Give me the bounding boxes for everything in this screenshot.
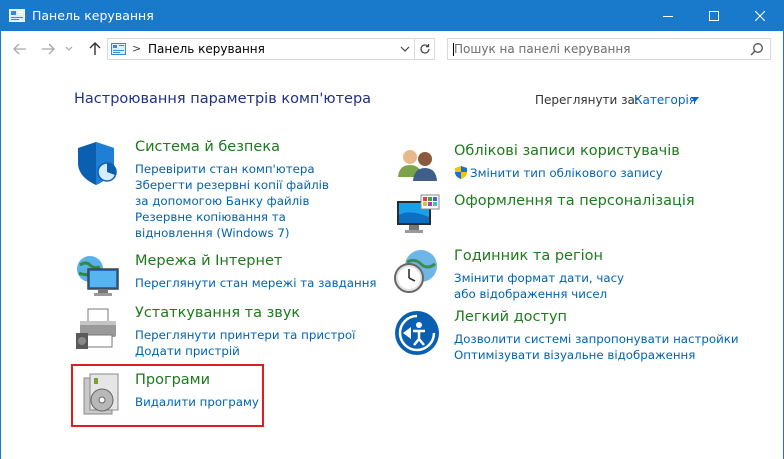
up-button[interactable] — [86, 40, 104, 58]
chevron-down-icon — [65, 46, 73, 51]
category-title[interactable]: Оформлення та персоналізація — [454, 193, 695, 209]
search-icon[interactable] — [750, 42, 764, 56]
search-input[interactable] — [454, 41, 744, 57]
view-by-dropdown[interactable]: Категорія — [634, 93, 696, 107]
chevron-down-icon — [400, 46, 410, 52]
globe-monitor-icon[interactable] — [74, 253, 122, 301]
category-title[interactable]: Устаткування та звук — [135, 305, 300, 321]
maximize-button[interactable] — [691, 1, 737, 31]
users-icon[interactable] — [393, 143, 441, 191]
link-label[interactable]: Змінити тип облікового запису — [470, 166, 663, 180]
view-by-label: Переглянути за: — [535, 93, 639, 107]
navigation-bar: > Панель керування — [1, 31, 783, 67]
link-file-history-backup[interactable]: Зберегти резервні копії файлів за допомо… — [135, 177, 335, 209]
window-title: Панель керування — [32, 8, 154, 23]
content-area: Настроювання параметрів комп'ютера Перег… — [1, 67, 783, 459]
category-title[interactable]: Система й безпека — [135, 139, 280, 155]
link-add-device[interactable]: Додати пристрій — [135, 343, 375, 359]
shield-icon[interactable] — [74, 139, 122, 187]
recent-locations-button[interactable] — [63, 40, 75, 58]
refresh-button[interactable] — [415, 38, 435, 60]
link-optimize-display[interactable]: Оптимізувати візуальне відображення — [454, 347, 695, 363]
link-network-status[interactable]: Переглянути стан мережі та завдання — [135, 275, 377, 291]
address-dropdown-button[interactable] — [398, 42, 412, 56]
clock-globe-icon[interactable] — [393, 248, 441, 296]
maximize-icon — [709, 11, 719, 21]
arrow-right-icon — [42, 43, 55, 55]
title-bar[interactable]: Панель керування — [1, 1, 783, 31]
link-change-account-type[interactable]: Змінити тип облікового запису — [454, 165, 694, 181]
category-title[interactable]: Легкий доступ — [454, 309, 567, 325]
accessibility-icon[interactable] — [393, 309, 441, 357]
highlight-box — [71, 364, 264, 427]
link-check-status[interactable]: Перевірити стан комп'ютера — [135, 161, 375, 177]
forward-button[interactable] — [39, 40, 57, 58]
category-title[interactable]: Облікові записи користувачів — [454, 143, 680, 159]
close-button[interactable] — [737, 1, 783, 31]
back-button[interactable] — [11, 40, 29, 58]
breadcrumb-item[interactable]: Панель керування — [148, 42, 265, 56]
close-icon — [755, 11, 765, 21]
control-panel-icon — [111, 43, 126, 55]
page-title: Настроювання параметрів комп'ютера — [74, 91, 372, 107]
address-bar[interactable]: > Панель керування — [107, 38, 415, 60]
control-panel-icon — [9, 9, 25, 22]
category-title[interactable]: Годинник та регіон — [454, 248, 603, 264]
minimize-icon — [663, 16, 673, 17]
printer-icon[interactable] — [74, 305, 122, 353]
category-title[interactable]: Мережа й Інтернет — [135, 253, 282, 269]
link-devices-printers[interactable]: Переглянути принтери та пристрої — [135, 327, 375, 343]
monitor-palette-icon[interactable] — [393, 193, 441, 241]
arrow-up-icon — [89, 42, 101, 55]
refresh-icon — [419, 44, 430, 54]
link-change-date-format[interactable]: Змінити формат дати, часу або відображен… — [454, 270, 644, 302]
link-backup-restore[interactable]: Резервне копіювання та відновлення (Wind… — [135, 209, 355, 241]
control-panel-window: Панель керування > Панель керування Пошу… — [0, 0, 784, 459]
arrow-left-icon — [13, 43, 26, 55]
uac-shield-icon — [455, 166, 467, 179]
view-by-dropdown-arrow-icon[interactable] — [691, 97, 699, 102]
breadcrumb-separator[interactable]: > — [132, 42, 141, 55]
link-suggest-settings[interactable]: Дозволити системі запропонувати настройк… — [454, 331, 739, 347]
search-box[interactable] — [447, 38, 771, 60]
minimize-button[interactable] — [645, 1, 691, 31]
